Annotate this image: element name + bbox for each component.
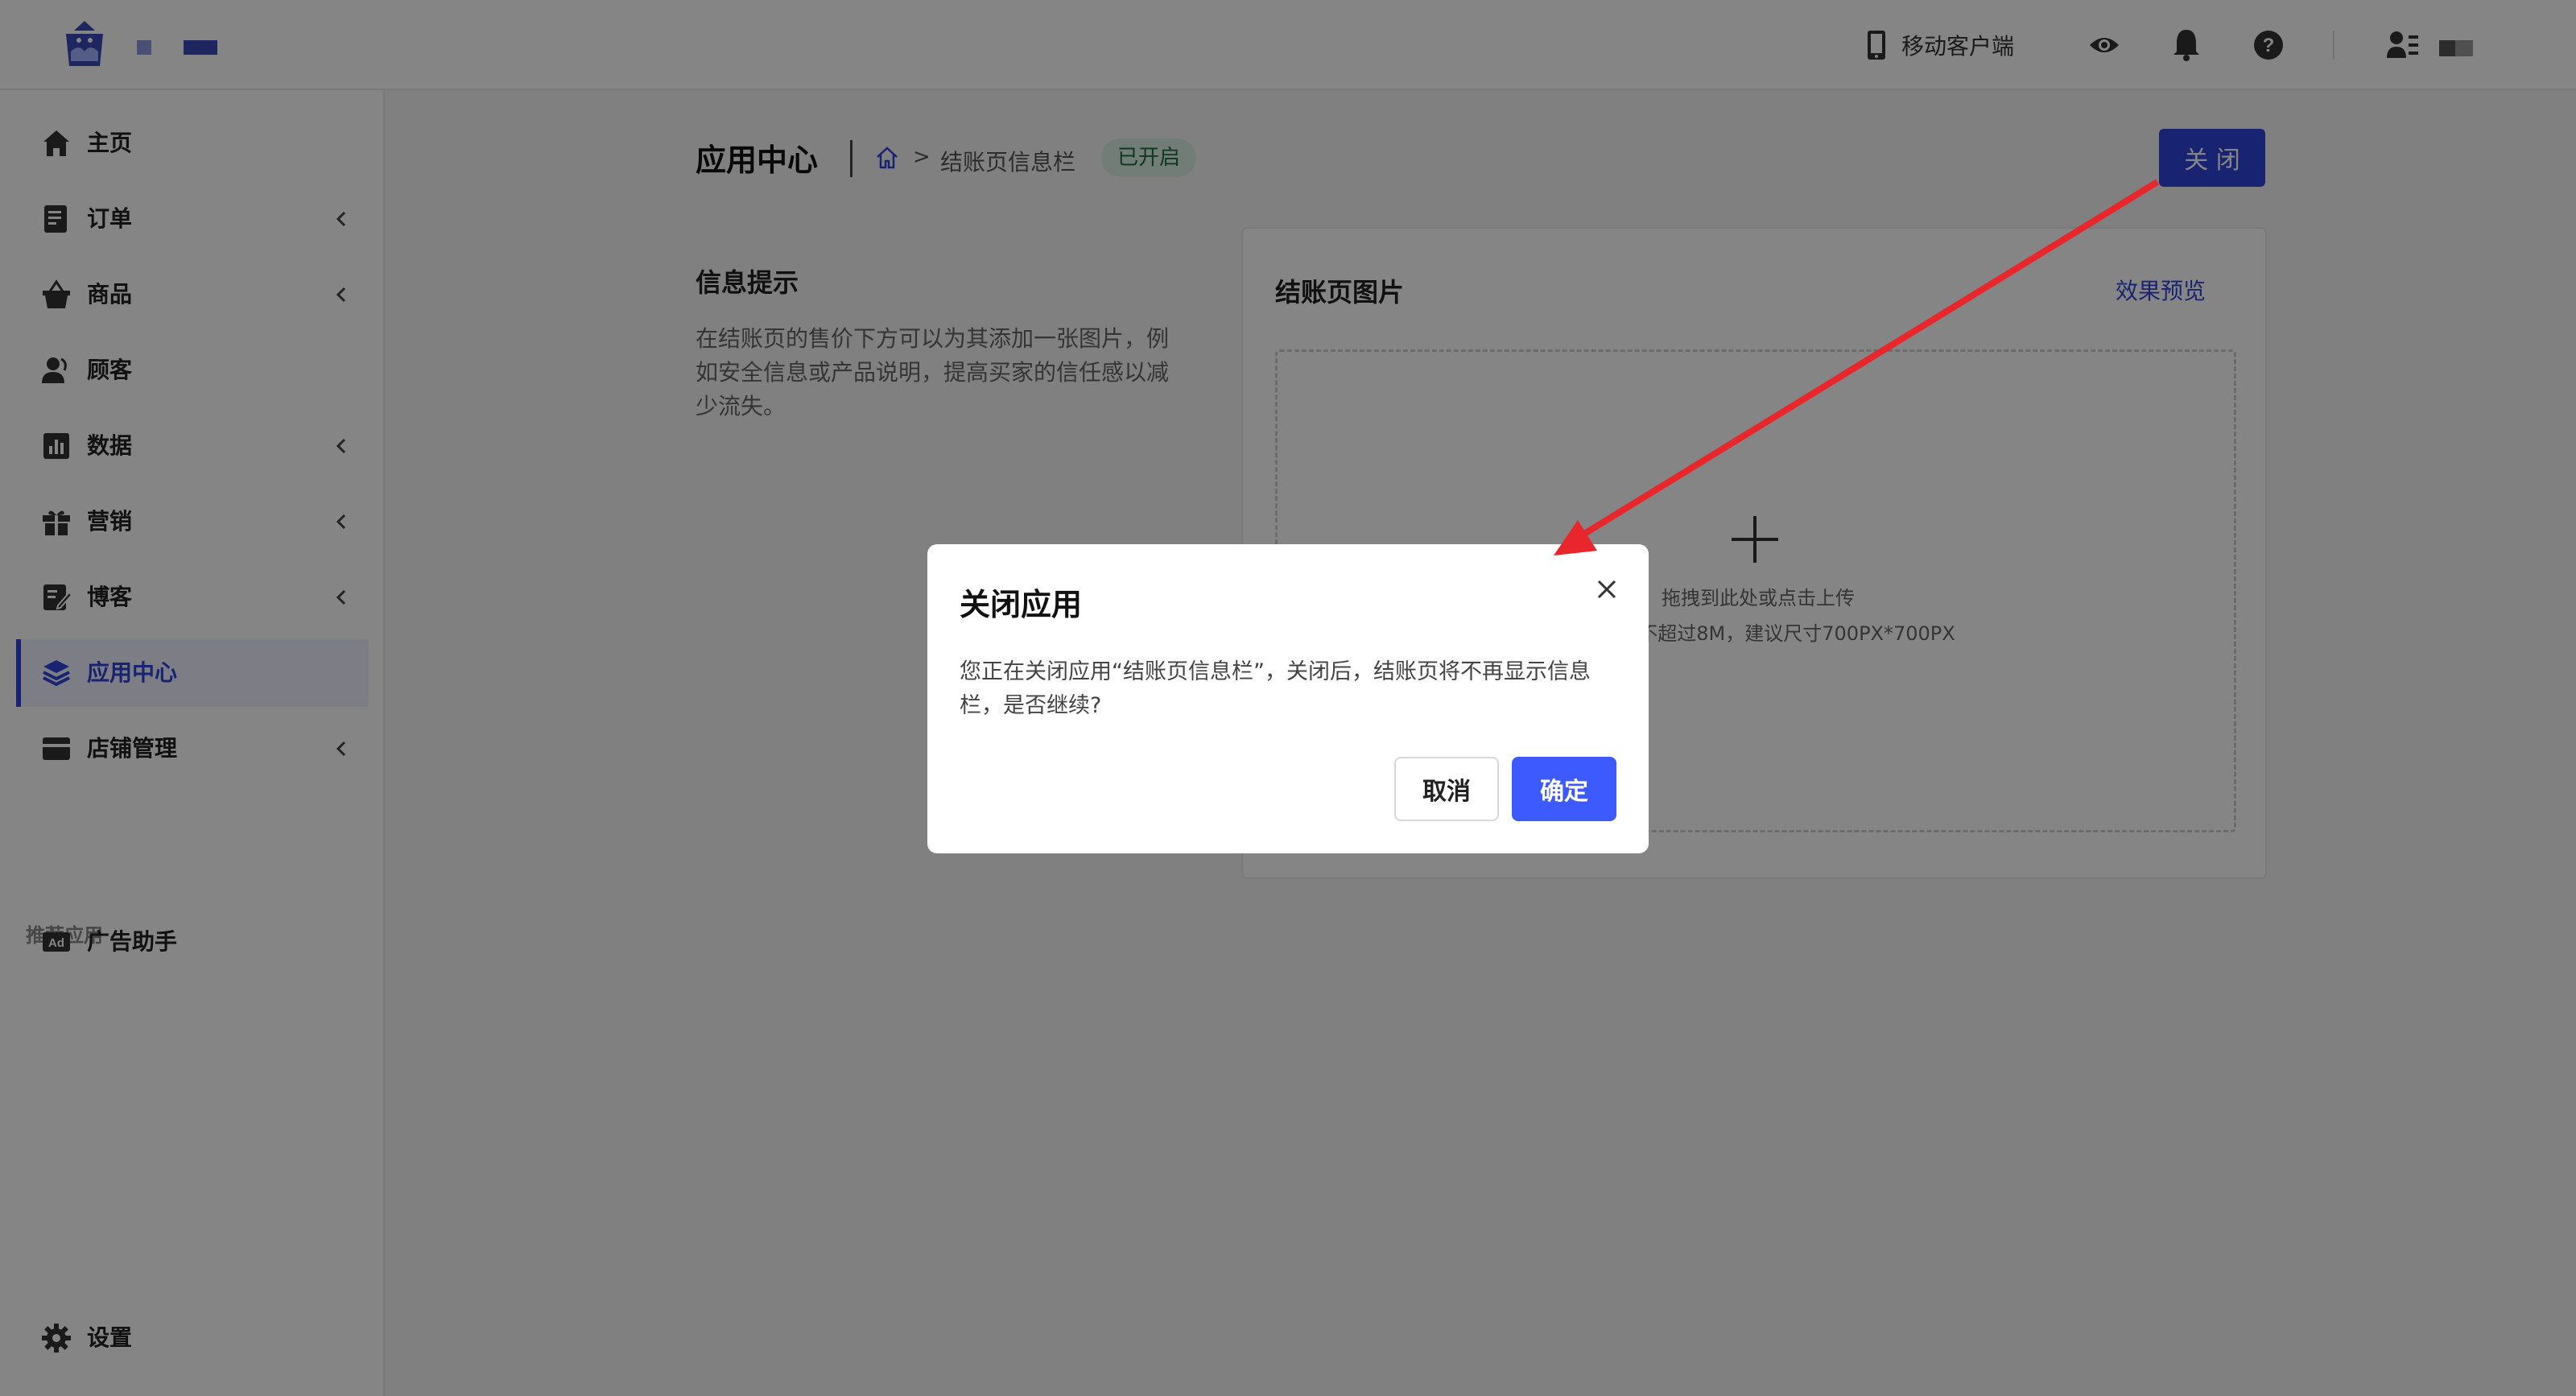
cancel-button[interactable]: 取消 [1394, 757, 1499, 821]
close-app-dialog: 关闭应用 您正在关闭应用“结账页信息栏”，关闭后，结账页将不再显示信息栏，是否继… [927, 544, 1649, 853]
confirm-button[interactable]: 确定 [1512, 757, 1616, 821]
close-icon [1597, 580, 1616, 599]
dialog-message: 您正在关闭应用“结账页信息栏”，关闭后，结账页将不再显示信息栏，是否继续? [960, 659, 1591, 718]
dialog-close-button[interactable] [1586, 568, 1628, 610]
dialog-title: 关闭应用 [960, 587, 1083, 622]
